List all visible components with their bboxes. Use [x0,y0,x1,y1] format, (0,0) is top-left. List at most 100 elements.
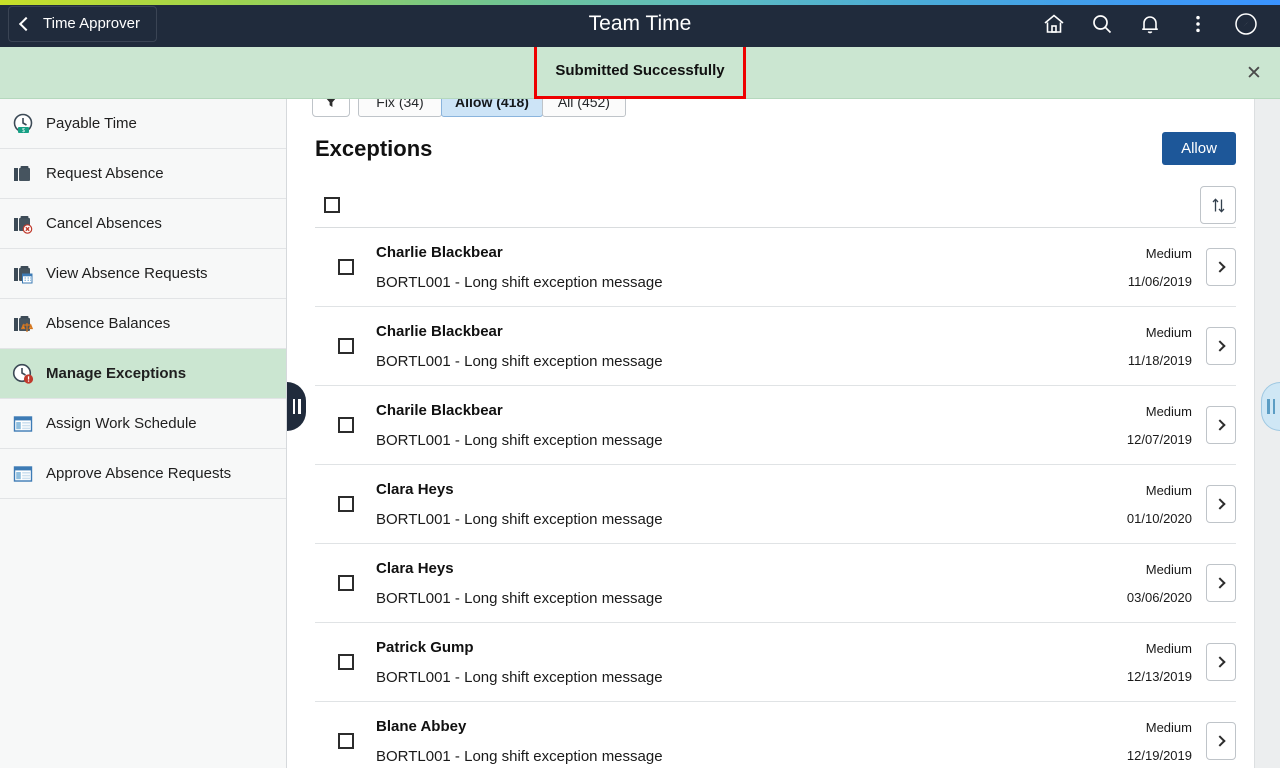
row-checkbox[interactable] [337,417,354,433]
row-meta-cell: Medium 12/19/2019 [1056,720,1206,763]
table-row[interactable]: Charlie Blackbear BORTL001 - Long shift … [315,228,1236,307]
sidebar-item-request-absence[interactable]: Request Absence [0,149,286,199]
notifications-bell-icon[interactable] [1126,0,1174,47]
allow-button[interactable]: Allow [1162,132,1236,165]
svg-text:$: $ [22,128,25,134]
severity-label: Medium [1145,561,1192,577]
back-chevron-icon [18,16,34,31]
exception-message: BORTL001 - Long shift exception message [376,273,663,291]
severity-label: Medium [1145,245,1192,261]
row-main-cell: Patrick Gump BORTL001 - Long shift excep… [376,639,1056,686]
close-icon[interactable]: ✕ [1242,61,1266,85]
row-detail-chevron-icon[interactable] [1206,406,1236,444]
exception-date: 11/06/2019 [1127,273,1192,289]
success-banner: Submitted Successfully ✕ [0,42,1280,99]
table-row[interactable]: Blane Abbey BORTL001 - Long shift except… [315,702,1236,768]
sidebar-nav: $ Payable Time Request Absence Cancel Ab… [0,99,287,768]
tab-fix[interactable]: Fix (34) [358,99,442,117]
success-message-text: Submitted Successfully [555,62,725,79]
employee-name: Charile Blackbear [376,401,503,419]
content-title-row: Exceptions Allow [315,132,1236,165]
exception-date: 03/06/2020 [1126,589,1192,605]
exception-message: BORTL001 - Long shift exception message [376,668,663,686]
sidebar-item-payable-time[interactable]: $ Payable Time [0,99,286,149]
severity-label: Medium [1145,482,1192,498]
row-checkbox-cell [315,496,376,512]
row-checkbox[interactable] [337,338,354,354]
row-detail-chevron-icon[interactable] [1206,643,1236,681]
sidebar-item-manage-exceptions[interactable]: Manage Exceptions [0,349,286,399]
row-detail-chevron-icon[interactable] [1206,248,1236,286]
row-checkbox[interactable] [337,259,354,275]
home-icon[interactable] [1030,0,1078,47]
row-checkbox-cell [315,417,376,433]
table-row[interactable]: Patrick Gump BORTL001 - Long shift excep… [315,623,1236,702]
app-root: Time Approver Team Time Submitted Succes… [0,0,1280,768]
tab-allow[interactable]: Allow (418) [441,99,543,117]
kebab-menu-icon[interactable] [1174,0,1222,47]
employee-name: Clara Heys [376,559,454,577]
row-meta-cell: Medium 01/10/2020 [1056,483,1206,526]
funnel-filter-icon[interactable] [312,99,350,117]
back-button[interactable]: Time Approver [8,5,157,42]
row-meta-cell: Medium 12/07/2019 [1056,404,1206,447]
success-message-highlight: Submitted Successfully [534,42,746,99]
briefcase-balance-icon [10,311,36,337]
row-checkbox[interactable] [337,733,354,749]
exception-message: BORTL001 - Long shift exception message [376,352,663,370]
exception-date: 01/10/2020 [1126,510,1192,526]
row-checkbox-cell [315,338,376,354]
sidebar-item-assign-work-schedule[interactable]: Assign Work Schedule [0,399,286,449]
row-main-cell: Clara Heys BORTL001 - Long shift excepti… [376,560,1056,607]
search-icon[interactable] [1078,0,1126,47]
page-scrollbar[interactable] [1254,99,1280,768]
window-layout-icon [10,411,36,437]
sidebar-item-label: Manage Exceptions [46,365,187,382]
select-all-checkbox[interactable] [324,197,340,213]
row-main-cell: Charlie Blackbear BORTL001 - Long shift … [376,323,1056,370]
row-checkbox[interactable] [337,575,354,591]
exception-date: 12/13/2019 [1126,668,1192,684]
row-detail-chevron-icon[interactable] [1206,327,1236,365]
table-header-row [315,183,1236,228]
briefcase-cancel-icon [10,211,36,237]
back-button-label: Time Approver [43,15,140,32]
payable-time-clock-icon: $ [10,111,36,137]
exception-message: BORTL001 - Long shift exception message [376,747,663,765]
row-meta-cell: Medium 11/18/2019 [1056,325,1206,368]
row-checkbox-cell [315,575,376,591]
tab-all[interactable]: All (452) [541,99,626,117]
row-checkbox-cell [315,654,376,670]
page-title: Exceptions [315,135,433,161]
table-row[interactable]: Clara Heys BORTL001 - Long shift excepti… [315,544,1236,623]
row-checkbox[interactable] [337,654,354,670]
navbar-compass-icon[interactable] [1222,0,1270,47]
window-layout-icon [10,461,36,487]
sidebar-item-label: Request Absence [46,165,164,182]
row-meta-cell: Medium 11/06/2019 [1056,246,1206,289]
table-row[interactable]: Charlie Blackbear BORTL001 - Long shift … [315,307,1236,386]
sidebar-item-label: Cancel Absences [46,215,162,232]
header-icon-group [1030,0,1270,47]
sidebar-item-approve-absence-requests[interactable]: Approve Absence Requests [0,449,286,499]
table-row[interactable]: Charile Blackbear BORTL001 - Long shift … [315,386,1236,465]
exception-message: BORTL001 - Long shift exception message [376,431,663,449]
app-header: Time Approver Team Time [0,0,1280,47]
row-main-cell: Charile Blackbear BORTL001 - Long shift … [376,402,1056,449]
table-row[interactable]: Clara Heys BORTL001 - Long shift excepti… [315,465,1236,544]
row-meta-cell: Medium 03/06/2020 [1056,562,1206,605]
main-content: Fix (34) Allow (418) All (452) Exception… [288,99,1254,768]
row-checkbox[interactable] [337,496,354,512]
sidebar-item-absence-balances[interactable]: Absence Balances [0,299,286,349]
employee-name: Clara Heys [376,480,454,498]
row-detail-chevron-icon[interactable] [1206,485,1236,523]
sidebar-item-label: View Absence Requests [46,265,208,282]
row-detail-chevron-icon[interactable] [1206,722,1236,760]
sidebar-item-view-absence-requests[interactable]: View Absence Requests [0,249,286,299]
briefcase-calendar-icon [10,261,36,287]
sort-updown-icon[interactable] [1200,186,1236,224]
row-detail-chevron-icon[interactable] [1206,564,1236,602]
sidebar-item-cancel-absences[interactable]: Cancel Absences [0,199,286,249]
severity-label: Medium [1145,640,1192,656]
row-checkbox-cell [315,259,376,275]
